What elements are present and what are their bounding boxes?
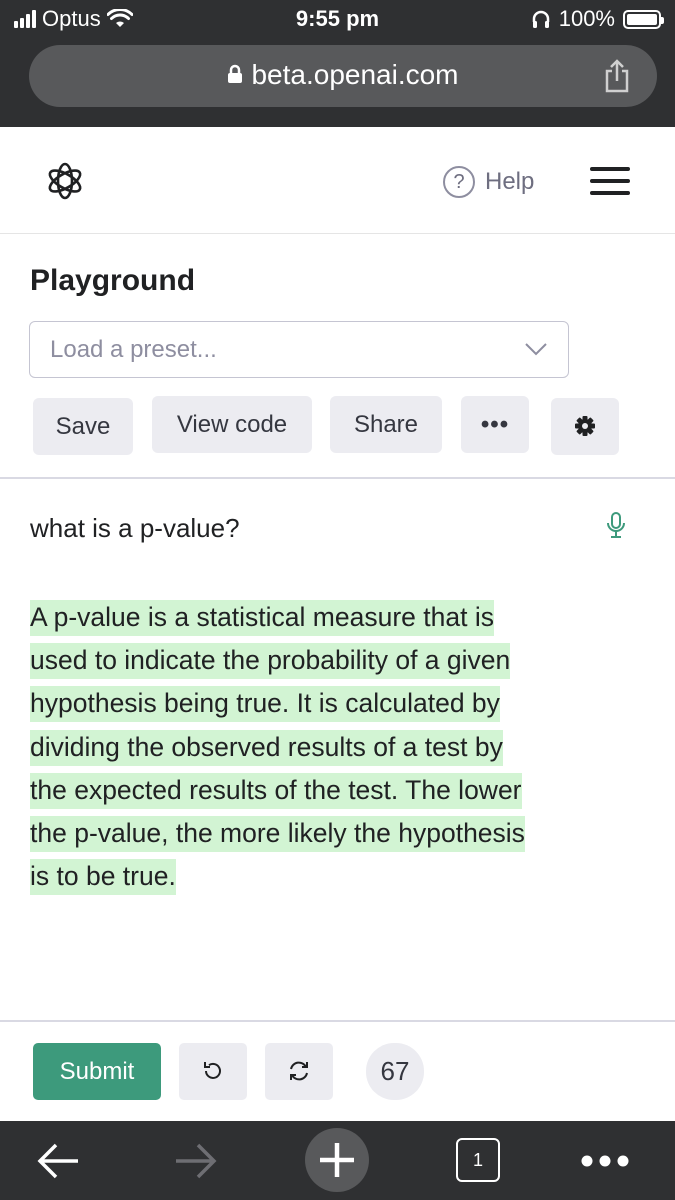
headphones-icon (532, 10, 549, 28)
completion-line: A p-value is a statistical measure that … (30, 596, 630, 639)
help-label: Help (485, 168, 535, 195)
submit-button[interactable]: Submit (33, 1043, 161, 1100)
address-text: beta.openai.com (29, 59, 657, 91)
page-title: Playground (30, 264, 196, 297)
undo-icon (204, 1062, 221, 1079)
site-header: ? Help (0, 127, 675, 234)
share-icon[interactable] (603, 59, 631, 93)
save-button[interactable]: Save (33, 398, 133, 455)
plus-icon (320, 1143, 354, 1177)
completion-line: is to be true. (30, 855, 630, 898)
tabs-icon[interactable]: 1 (456, 1138, 500, 1182)
openai-logo-icon[interactable] (43, 159, 87, 203)
more-dots-icon[interactable] (581, 1154, 629, 1168)
back-arrow-icon[interactable] (36, 1141, 80, 1181)
completion-line: hypothesis being true. It is calculated … (30, 682, 630, 725)
editor-divider (0, 1020, 675, 1022)
preset-select[interactable]: Load a preset... (29, 321, 569, 378)
address-bar[interactable]: beta.openai.com (29, 45, 657, 107)
settings-button[interactable] (551, 398, 619, 455)
share-button[interactable]: Share (330, 396, 442, 453)
gear-icon (575, 416, 595, 436)
completion-line: the p-value, the more likely the hypothe… (30, 812, 630, 855)
view-code-button[interactable]: View code (152, 396, 312, 453)
completion-line: the expected results of the test. The lo… (30, 769, 630, 812)
completion-line: used to indicate the probability of a gi… (30, 639, 630, 682)
undo-button[interactable] (179, 1043, 247, 1100)
completion-text[interactable]: A p-value is a statistical measure that … (30, 596, 630, 898)
browser-top-chrome: Optus 9:55 pm 100% beta.openai.com (0, 0, 675, 127)
lock-icon (228, 64, 243, 83)
help-icon: ? (443, 166, 475, 198)
help-link[interactable]: ? Help (443, 166, 534, 198)
microphone-icon[interactable] (606, 511, 626, 539)
toolbar-divider (0, 477, 675, 479)
battery-icon (623, 9, 664, 29)
url-text: beta.openai.com (251, 59, 459, 90)
token-count: 67 (366, 1043, 424, 1100)
status-bar: Optus 9:55 pm 100% (0, 0, 675, 40)
new-tab-button[interactable] (305, 1128, 369, 1192)
forward-arrow-icon[interactable] (174, 1141, 218, 1181)
more-options-button[interactable]: ••• (461, 396, 529, 453)
status-right: 100% (531, 6, 664, 32)
battery-percent: 100% (558, 6, 615, 31)
regenerate-icon (290, 1061, 308, 1081)
prompt-text[interactable]: what is a p-value? (30, 513, 240, 544)
completion-line: dividing the observed results of a test … (30, 726, 630, 769)
browser-bottom-toolbar: 1 (0, 1121, 675, 1200)
regenerate-button[interactable] (265, 1043, 333, 1100)
preset-placeholder: Load a preset... (50, 336, 217, 363)
chevron-down-icon (525, 343, 547, 356)
hamburger-menu-icon[interactable] (590, 167, 630, 195)
